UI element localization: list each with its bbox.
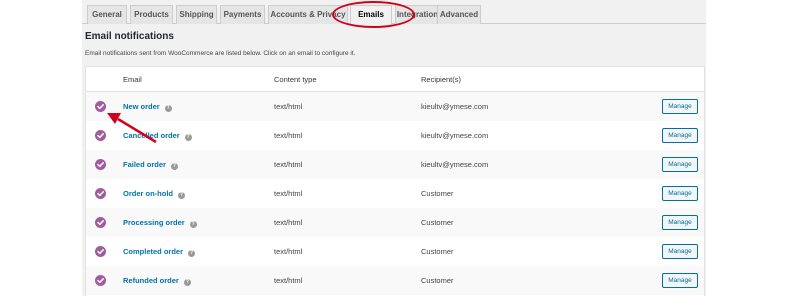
tab-shipping[interactable]: Shipping — [176, 5, 217, 24]
recipient: Customer — [421, 247, 454, 256]
table-row: Failed order? text/html kieultv@ymese.com M… — [86, 150, 704, 179]
manage-button[interactable]: Manage — [662, 186, 698, 201]
email-link[interactable]: Refunded order? — [123, 276, 191, 286]
help-icon: ? — [183, 279, 191, 286]
table-row: Processing order? text/html Customer Manage — [86, 208, 704, 237]
email-link[interactable]: Processing order? — [123, 218, 197, 228]
email-link[interactable]: Order on-hold? — [123, 189, 185, 199]
email-name[interactable]: Completed order — [123, 247, 183, 256]
email-name[interactable]: Processing order — [123, 218, 185, 227]
content-type: text/html — [274, 131, 303, 140]
email-link[interactable]: Completed order? — [123, 247, 196, 257]
content-type: text/html — [274, 189, 303, 198]
check-circle-icon — [95, 217, 106, 228]
help-icon: ? — [184, 134, 192, 141]
recipient: kieultv@ymese.com — [421, 102, 489, 111]
table-row: Cancelled order? text/html kieultv@ymese.c… — [86, 121, 704, 150]
tab-emails[interactable]: Emails — [350, 5, 392, 25]
check-circle-icon — [95, 130, 106, 141]
email-link[interactable]: Cancelled order? — [123, 131, 192, 141]
settings-tabs: General Products Shipping Payments Accou… — [82, 0, 706, 25]
tab-products[interactable]: Products — [130, 5, 173, 24]
recipient: Customer — [421, 189, 454, 198]
content-type: text/html — [274, 247, 303, 256]
manage-button[interactable]: Manage — [662, 244, 698, 259]
table-header: Email Content type Recipient(s) — [86, 67, 704, 92]
check-circle-icon — [95, 159, 106, 170]
column-recipients: Recipient(s) — [421, 75, 462, 84]
help-icon: ? — [164, 105, 172, 112]
settings-panel: General Products Shipping Payments Accou… — [82, 0, 706, 296]
manage-button[interactable]: Manage — [662, 99, 698, 114]
email-name[interactable]: New order — [123, 102, 160, 111]
email-name[interactable]: Order on-hold — [123, 189, 173, 198]
content-type: text/html — [274, 160, 303, 169]
check-circle-icon — [95, 101, 106, 112]
table-row: Order on-hold? text/html Customer Manage — [86, 179, 704, 208]
recipient: kieultv@ymese.com — [421, 160, 489, 169]
section-title: Email notifications — [85, 31, 174, 42]
help-icon: ? — [188, 250, 196, 257]
check-circle-icon — [95, 188, 106, 199]
email-notifications-table: Email Content type Recipient(s) New orde… — [85, 66, 705, 296]
recipient: Customer — [421, 276, 454, 285]
help-icon: ? — [170, 163, 178, 170]
content-type: text/html — [274, 276, 303, 285]
content-type: text/html — [274, 218, 303, 227]
manage-button[interactable]: Manage — [662, 273, 698, 288]
tab-accounts-privacy[interactable]: Accounts & Privacy — [268, 5, 348, 24]
check-circle-icon — [95, 275, 106, 286]
table-row: Refunded order? text/html Customer Manage — [86, 266, 704, 295]
manage-button[interactable]: Manage — [662, 157, 698, 172]
column-content-type: Content type — [274, 75, 317, 84]
section-description: Email notifications sent from WooCommerc… — [85, 50, 356, 57]
check-circle-icon — [95, 246, 106, 257]
manage-button[interactable]: Manage — [662, 215, 698, 230]
email-name[interactable]: Refunded order — [123, 276, 179, 285]
help-icon: ? — [178, 192, 185, 199]
tab-general[interactable]: General — [87, 5, 127, 24]
manage-button[interactable]: Manage — [662, 128, 698, 143]
email-name[interactable]: Failed order — [123, 160, 166, 169]
recipient: kieultv@ymese.com — [421, 131, 489, 140]
recipient: Customer — [421, 218, 454, 227]
content-type: text/html — [274, 102, 303, 111]
tab-advanced[interactable]: Advanced — [437, 5, 481, 24]
tab-payments[interactable]: Payments — [220, 5, 265, 24]
email-name[interactable]: Cancelled order — [123, 131, 180, 140]
email-link[interactable]: Failed order? — [123, 160, 178, 170]
tab-integration[interactable]: Integration — [395, 5, 440, 24]
help-icon: ? — [189, 221, 197, 228]
column-email: Email — [123, 75, 142, 84]
table-row: Completed order? text/html Customer Manage — [86, 237, 704, 266]
table-row: New order? text/html kieultv@ymese.com Mana… — [86, 92, 704, 121]
email-link[interactable]: New order? — [123, 102, 172, 112]
